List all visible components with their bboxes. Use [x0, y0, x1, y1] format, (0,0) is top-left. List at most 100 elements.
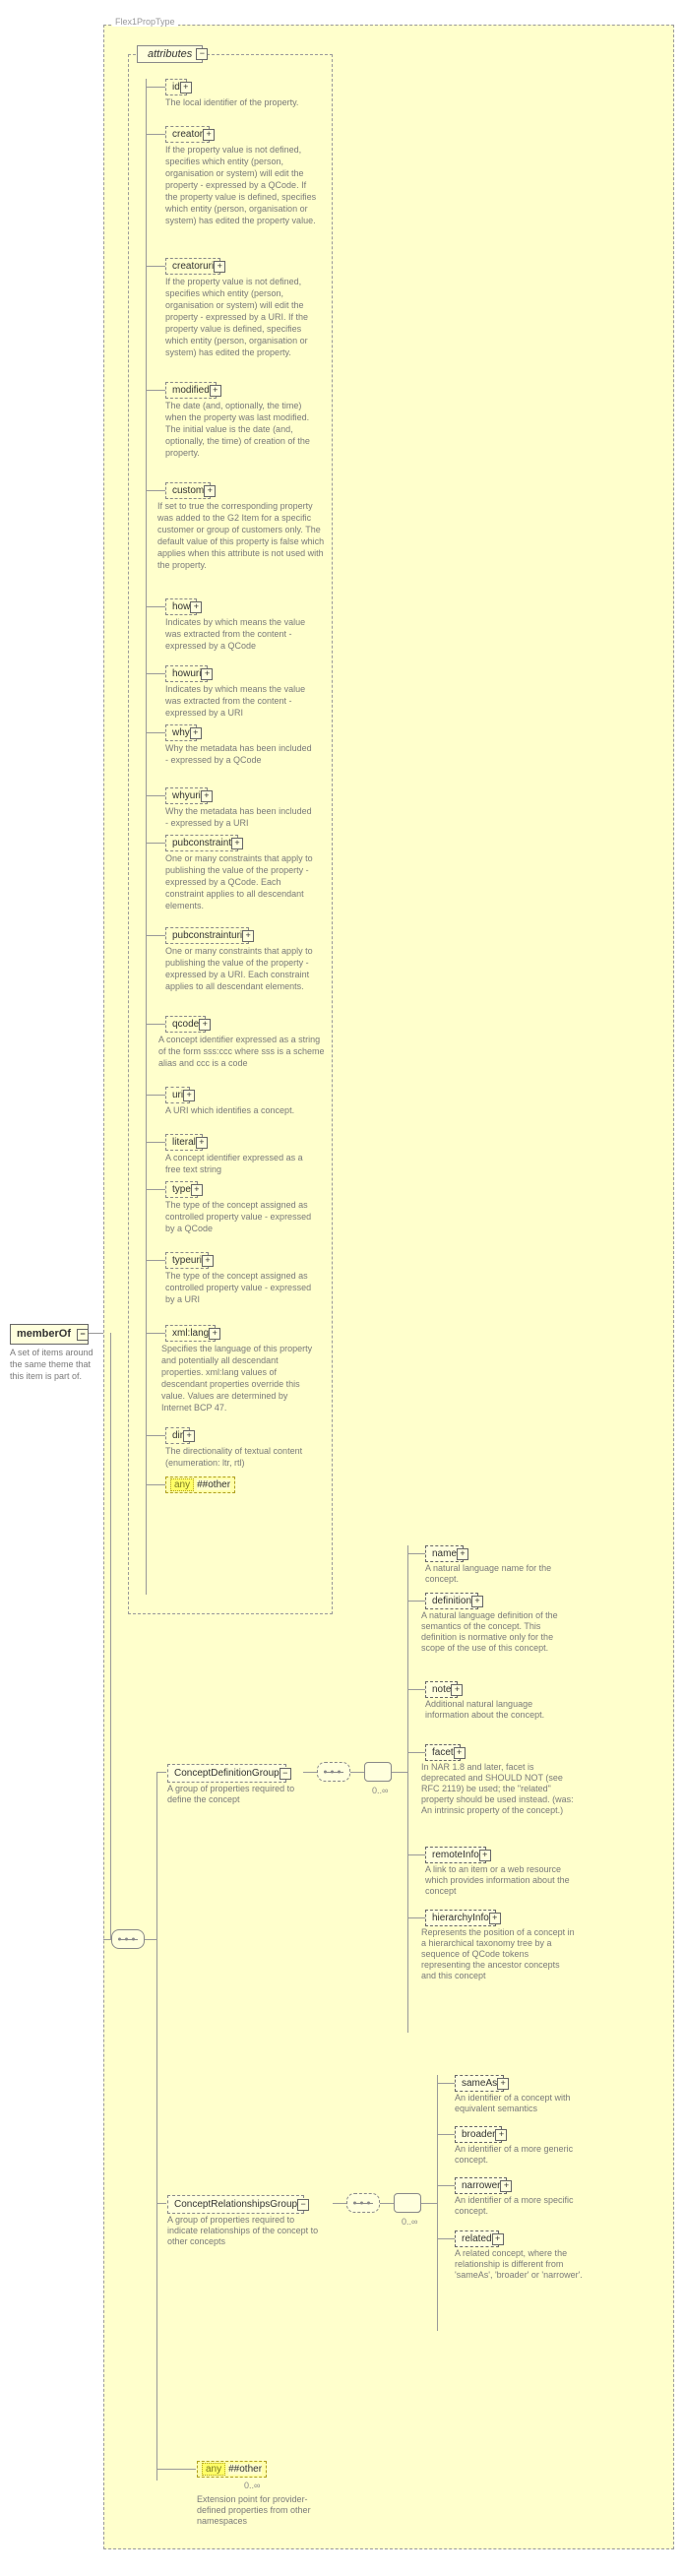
group-conceptdefinition-doc: A group of properties required to define… [167, 1784, 315, 1805]
connector [156, 2469, 196, 2470]
plus-icon[interactable]: + [231, 838, 243, 849]
attr-xmllang[interactable]: xml:lang+ [165, 1325, 216, 1342]
choice-stack [364, 1762, 392, 1782]
attr-creatoruri-doc: If the property value is not defined, sp… [165, 276, 318, 358]
child-name[interactable]: name+ [425, 1545, 464, 1562]
child-note-doc: Additional natural language information … [425, 1699, 573, 1721]
attr-creatoruri[interactable]: creatoruri+ [165, 258, 220, 275]
plus-icon[interactable]: + [202, 1255, 214, 1267]
attr-whyuri[interactable]: whyuri+ [165, 787, 208, 804]
connector [103, 1939, 111, 1940]
plus-icon[interactable]: + [489, 1913, 501, 1924]
plus-icon[interactable]: + [209, 1328, 220, 1340]
child-note[interactable]: note+ [425, 1681, 458, 1698]
attr-dir-doc: The directionality of textual content (e… [165, 1445, 313, 1469]
child-hierarchyinfo[interactable]: hierarchyInfo+ [425, 1910, 496, 1926]
attr-any-other[interactable]: any##other [165, 1476, 235, 1493]
attr-dir[interactable]: dir+ [165, 1427, 190, 1444]
connector [146, 1435, 165, 1436]
plus-icon[interactable]: + [190, 727, 202, 739]
plus-icon[interactable]: + [199, 1019, 211, 1031]
child-broader[interactable]: broader+ [455, 2126, 502, 2143]
plus-icon[interactable]: + [492, 2233, 504, 2245]
connector [146, 1484, 165, 1485]
any-ns: ##other [197, 1479, 230, 1490]
connector [146, 390, 165, 391]
plus-icon[interactable]: + [454, 1747, 466, 1759]
attr-why[interactable]: why+ [165, 724, 197, 741]
plus-icon[interactable]: + [180, 82, 192, 94]
child-remoteinfo[interactable]: remoteInfo+ [425, 1847, 486, 1863]
plus-icon[interactable]: + [201, 668, 213, 680]
plus-icon[interactable]: + [479, 1850, 491, 1861]
plus-icon[interactable]: + [451, 1684, 463, 1696]
child-narrower[interactable]: narrower+ [455, 2177, 507, 2194]
child-narrower-doc: An identifier of a more specific concept… [455, 2195, 602, 2217]
connector [146, 1333, 165, 1334]
plus-icon[interactable]: + [203, 129, 215, 141]
group-conceptrelationships[interactable]: ConceptRelationshipsGroup − [167, 2195, 304, 2214]
connector [146, 134, 165, 135]
body-any-other[interactable]: any##other [197, 2461, 267, 2478]
child-facet-doc: In NAR 1.8 and later, facet is deprecate… [421, 1762, 579, 1816]
child-remoteinfo-doc: A link to an item or a web resource whic… [425, 1864, 573, 1897]
attr-qcode[interactable]: qcode+ [165, 1016, 206, 1033]
connector [333, 2203, 346, 2204]
attr-uri[interactable]: uri+ [165, 1087, 190, 1103]
group-conceptdefinition[interactable]: ConceptDefinitionGroup − [167, 1764, 286, 1783]
root-element-label: memberOf [17, 1328, 71, 1340]
child-related-doc: A related concept, where the relationshi… [455, 2248, 602, 2281]
child-sameas[interactable]: sameAs+ [455, 2075, 504, 2092]
plus-icon[interactable]: + [183, 1430, 195, 1442]
plus-icon[interactable]: + [497, 2078, 509, 2090]
attr-pubconstraint-doc: One or many constraints that apply to pu… [165, 852, 313, 911]
attr-type[interactable]: type+ [165, 1181, 198, 1198]
child-facet[interactable]: facet+ [425, 1744, 461, 1761]
attr-creator[interactable]: creator+ [165, 126, 210, 143]
attr-literal[interactable]: literal+ [165, 1134, 203, 1151]
attr-pubconstrainturi-doc: One or many constraints that apply to pu… [165, 945, 313, 992]
plus-icon[interactable]: + [196, 1137, 208, 1149]
connector [303, 1772, 317, 1773]
connector [407, 1917, 425, 1918]
child-sameas-doc: An identifier of a concept with equivale… [455, 2093, 602, 2114]
plus-icon[interactable]: + [242, 930, 254, 942]
choice-stack [394, 2193, 421, 2213]
attr-pubconstraint[interactable]: pubconstraint+ [165, 835, 238, 851]
connector [380, 2203, 394, 2204]
child-definition[interactable]: definition+ [425, 1593, 478, 1609]
connector [146, 795, 165, 796]
attr-typeuri-doc: The type of the concept assigned as cont… [165, 1270, 313, 1305]
minus-icon[interactable]: − [297, 2199, 309, 2211]
minus-icon[interactable]: − [77, 1329, 89, 1341]
plus-icon[interactable]: + [457, 1548, 468, 1560]
connector [156, 2203, 166, 2204]
plus-icon[interactable]: + [204, 485, 216, 497]
body-any-doc: Extension point for provider-defined pro… [197, 2494, 335, 2527]
child-related[interactable]: related+ [455, 2230, 499, 2247]
plus-icon[interactable]: + [214, 261, 225, 273]
connector [407, 1689, 425, 1690]
attr-custom[interactable]: custom+ [165, 482, 211, 499]
plus-icon[interactable]: + [201, 790, 213, 802]
attr-how[interactable]: how+ [165, 598, 197, 615]
plus-icon[interactable]: + [190, 601, 202, 613]
plus-icon[interactable]: + [471, 1596, 483, 1607]
attr-id[interactable]: id+ [165, 79, 187, 95]
plus-icon[interactable]: + [191, 1184, 203, 1196]
attr-modified[interactable]: modified+ [165, 382, 217, 399]
plus-icon[interactable]: + [210, 385, 221, 397]
plus-icon[interactable]: + [495, 2129, 507, 2141]
attr-literal-doc: A concept identifier expressed as a free… [165, 1152, 313, 1175]
plus-icon[interactable]: + [183, 1090, 195, 1101]
root-element-memberof[interactable]: memberOf − [10, 1324, 89, 1345]
connector [145, 1939, 156, 1940]
attr-howuri[interactable]: howuri+ [165, 665, 208, 682]
sequence-compositor [111, 1929, 145, 1949]
minus-icon[interactable]: − [196, 48, 208, 60]
attr-typeuri[interactable]: typeuri+ [165, 1252, 209, 1269]
minus-icon[interactable]: − [280, 1768, 291, 1780]
plus-icon[interactable]: + [500, 2180, 512, 2192]
attr-why-doc: Why the metadata has been included - exp… [165, 742, 313, 766]
attr-pubconstrainturi[interactable]: pubconstrainturi+ [165, 927, 249, 944]
